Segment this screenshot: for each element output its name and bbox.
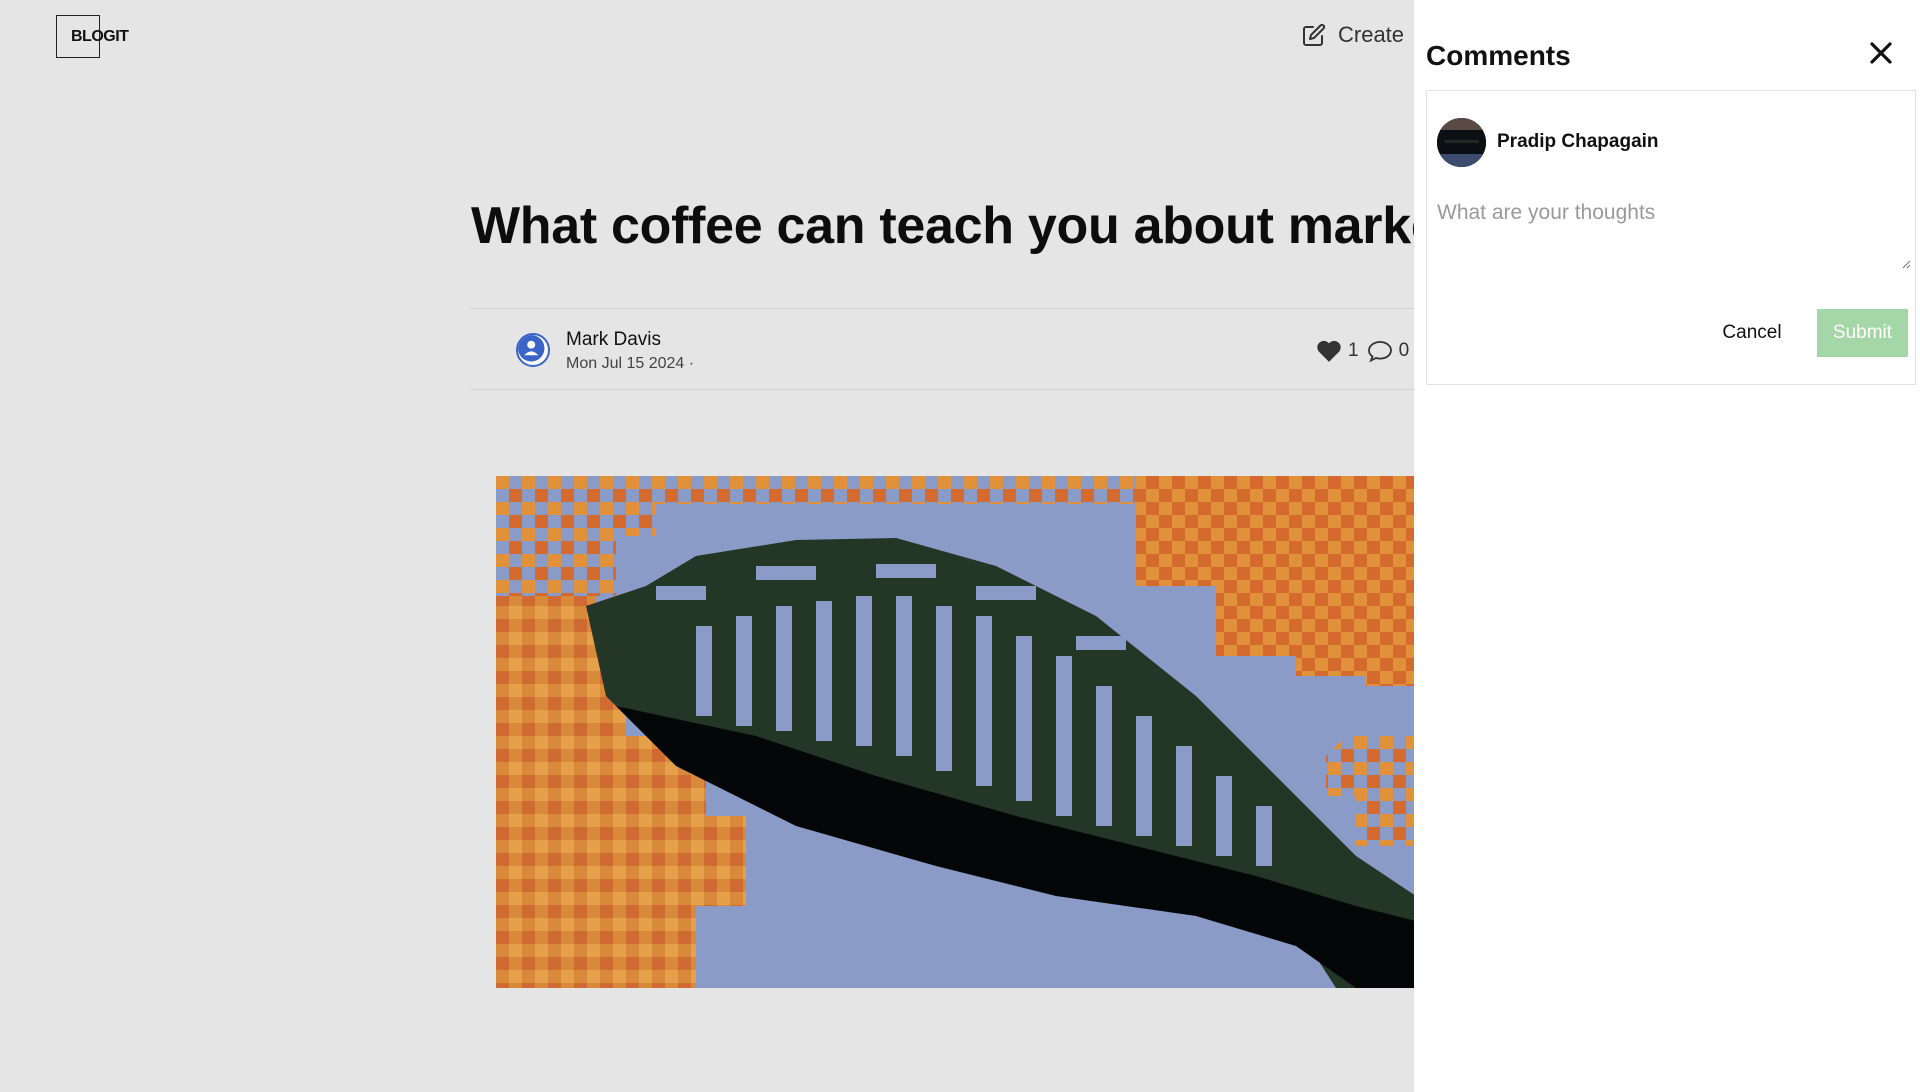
like-button[interactable]: 1 <box>1316 339 1359 363</box>
comment-form: Pradip Chapagain Cancel Submit <box>1426 90 1916 385</box>
logo-text: BLOGIT <box>71 28 129 45</box>
article-title: What coffee can teach you about marketin… <box>471 197 1534 255</box>
comments-title: Comments <box>1426 40 1571 71</box>
comment-icon <box>1367 341 1392 363</box>
post-date: Mon Jul 15 2024 · <box>566 355 695 372</box>
like-count: 1 <box>1348 340 1359 361</box>
heart-icon <box>1317 340 1341 362</box>
article-stats: 1 0 <box>1316 339 1409 363</box>
comment-count: 0 <box>1398 340 1410 361</box>
hero-image <box>496 476 1416 988</box>
close-icon <box>1870 42 1892 64</box>
bridge-illustration <box>496 476 1416 988</box>
create-label: Create <box>1338 22 1405 47</box>
submit-button[interactable]: Submit <box>1817 309 1908 357</box>
create-button[interactable]: Create <box>1302 22 1404 48</box>
comments-panel: Comments Pradip Chapagain Cancel Submit <box>1414 0 1920 1092</box>
author-name[interactable]: Mark Davis <box>566 329 661 351</box>
article-meta-bar: Mark Davis Mon Jul 15 2024 · 1 0 <box>470 308 1430 390</box>
blogit-logo[interactable]: BLOGIT <box>56 15 129 58</box>
edit-icon <box>1303 23 1326 46</box>
comment-button[interactable]: 0 <box>1367 339 1410 363</box>
current-user-name: Pradip Chapagain <box>1497 131 1659 152</box>
profile-photo-icon <box>1437 118 1486 167</box>
resize-handle-icon[interactable] <box>1901 259 1911 269</box>
cancel-button[interactable]: Cancel <box>1705 309 1799 357</box>
close-button[interactable] <box>1866 38 1896 68</box>
current-user-avatar <box>1437 118 1486 167</box>
user-icon <box>518 335 545 362</box>
author-avatar[interactable] <box>516 333 550 367</box>
